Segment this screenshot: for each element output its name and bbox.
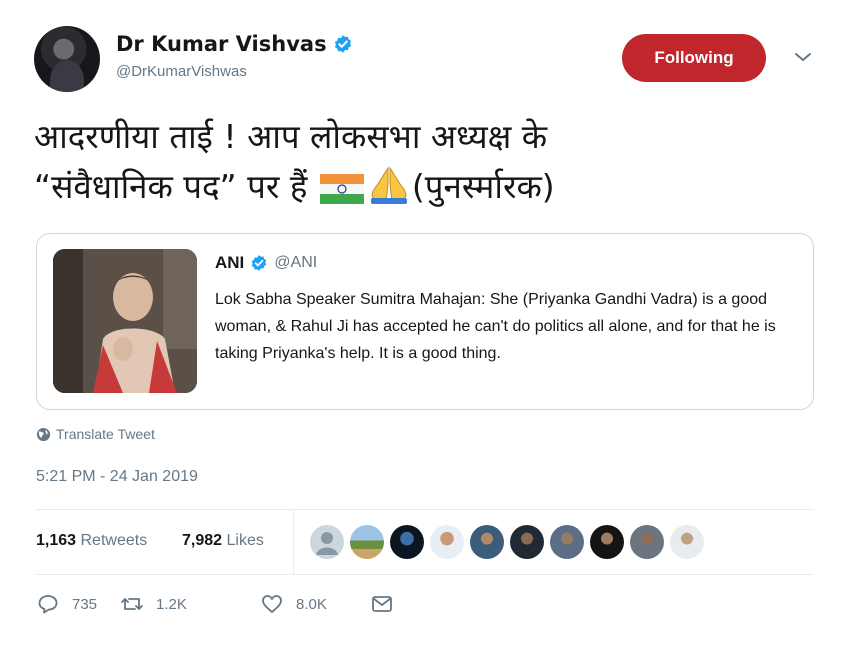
default-avatar-icon xyxy=(316,532,338,555)
quoted-author-handle[interactable]: @ANI xyxy=(274,254,317,272)
reply-action[interactable]: 735 xyxy=(36,592,97,616)
divider xyxy=(36,574,814,575)
liker-avatar[interactable] xyxy=(470,525,504,559)
like-icon[interactable] xyxy=(260,592,284,616)
message-icon[interactable] xyxy=(370,592,394,616)
reply-count: 735 xyxy=(72,595,98,613)
retweet-action[interactable]: 1.2K xyxy=(120,592,187,616)
tweet-text-line-1: आदरणीया ताई ! आप लोकसभा अध्यक्ष के xyxy=(34,117,548,156)
retweets-count[interactable]: 1,163 xyxy=(36,532,76,549)
liker-avatar[interactable] xyxy=(630,525,664,559)
globe-icon xyxy=(36,427,51,441)
author-display-name[interactable]: Dr Kumar Vishvas xyxy=(116,32,327,56)
liker-avatar[interactable] xyxy=(590,525,624,559)
likes-label[interactable]: Likes xyxy=(227,532,264,549)
folded-hands-icon xyxy=(370,166,407,204)
india-flag-icon xyxy=(319,174,364,204)
likes-count[interactable]: 7,982 xyxy=(182,532,222,549)
liker-avatar[interactable] xyxy=(670,525,704,559)
liker-avatar[interactable] xyxy=(430,525,464,559)
liker-avatar[interactable] xyxy=(310,525,344,559)
retweet-icon[interactable] xyxy=(120,592,144,616)
liker-avatar[interactable] xyxy=(550,525,584,559)
retweets-label[interactable]: Retweets xyxy=(81,532,148,549)
tweet-text-line-2: “संवैधानिक पद” पर हैं (पुनर्स्मारक) xyxy=(34,162,814,212)
quoted-tweet-header: ANI @ANI xyxy=(215,253,317,273)
following-button[interactable]: Following xyxy=(622,34,766,82)
author-display-name-row[interactable]: Dr Kumar Vishvas xyxy=(116,32,353,56)
likes-stat[interactable]: 7,982 Likes xyxy=(182,532,264,550)
quoted-tweet-photo xyxy=(53,249,197,393)
like-action[interactable]: 8.0K xyxy=(260,592,327,616)
liker-avatars xyxy=(310,525,704,559)
quoted-tweet-image[interactable] xyxy=(53,249,197,393)
translate-label[interactable]: Translate Tweet xyxy=(56,426,155,442)
author-handle[interactable]: @DrKumarVishwas xyxy=(116,63,353,80)
quoted-tweet-text: Lok Sabha Speaker Sumitra Mahajan: She (… xyxy=(215,291,776,362)
direct-message-action[interactable] xyxy=(370,592,394,616)
verified-icon xyxy=(334,35,351,53)
like-count: 8.0K xyxy=(296,595,327,613)
tweet-header: Dr Kumar Vishvas @DrKumarVishwas Followi… xyxy=(34,26,824,96)
reply-icon[interactable] xyxy=(36,592,60,616)
quoted-tweet[interactable]: ANI @ANI Lok Sabha Speaker Sumitra Mahaj… xyxy=(36,233,814,410)
tweet-stats: 1,163 Retweets 7,982 Likes xyxy=(36,510,814,574)
quoted-author-name[interactable]: ANI xyxy=(215,253,244,273)
liker-avatar[interactable] xyxy=(390,525,424,559)
verified-icon xyxy=(252,255,267,271)
stats-separator xyxy=(293,510,294,574)
author-avatar[interactable] xyxy=(34,26,100,92)
author-name-block: Dr Kumar Vishvas @DrKumarVishwas xyxy=(116,32,353,80)
translate-tweet-link[interactable]: Translate Tweet xyxy=(36,426,155,442)
tweet-timestamp[interactable]: 5:21 PM - 24 Jan 2019 xyxy=(36,468,198,486)
tweet-text-line-2-suffix: (पुनर्स्मारक) xyxy=(411,167,555,206)
tweet-text-line-2-main: “संवैधानिक पद” पर हैं xyxy=(34,167,308,206)
tweet-text: आदरणीया ताई ! आप लोकसभा अध्यक्ष के “संवै… xyxy=(34,112,814,212)
retweets-stat[interactable]: 1,163 Retweets xyxy=(36,532,147,550)
retweet-count: 1.2K xyxy=(156,595,187,613)
liker-avatar[interactable] xyxy=(510,525,544,559)
chevron-down-icon[interactable] xyxy=(794,50,812,64)
liker-avatar[interactable] xyxy=(350,525,384,559)
